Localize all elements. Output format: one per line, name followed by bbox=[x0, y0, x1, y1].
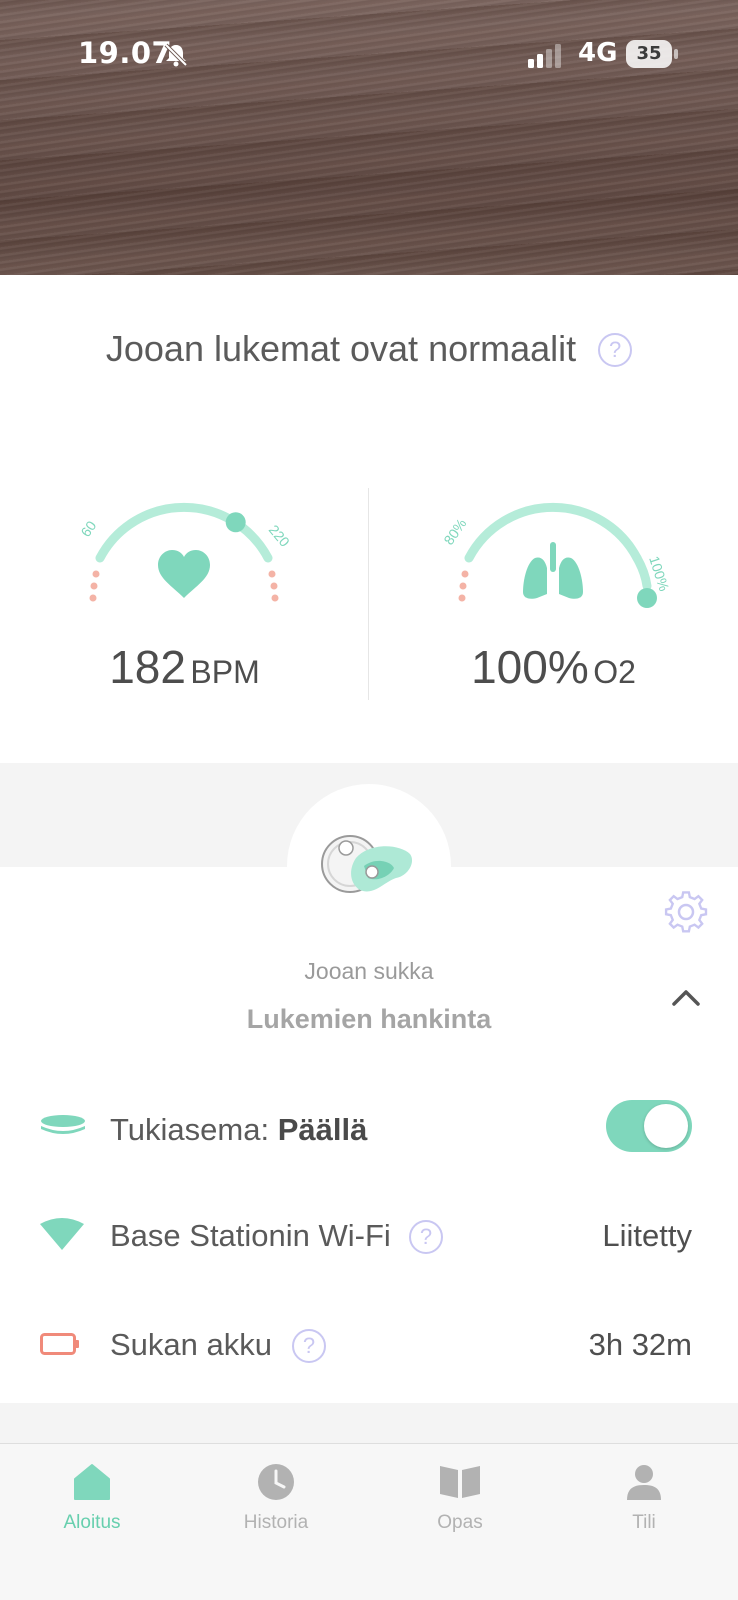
wifi-row: Base Stationin Wi-Fi ? Liitetty bbox=[0, 1206, 738, 1266]
gear-icon[interactable] bbox=[664, 890, 708, 934]
heart-min-label: 60 bbox=[77, 518, 99, 540]
oxygen-number: 100% bbox=[471, 641, 589, 693]
headline-text: Jooan lukemat ovat normaalit bbox=[105, 328, 577, 369]
tab-account[interactable]: Tili bbox=[552, 1462, 736, 1562]
base-station-toggle[interactable] bbox=[606, 1100, 692, 1152]
tab-home[interactable]: Aloitus bbox=[0, 1462, 184, 1562]
user-icon bbox=[627, 1465, 661, 1500]
sock-device-image bbox=[321, 835, 413, 893]
base-station-row: Tukiasema: Päällä bbox=[0, 1100, 738, 1160]
oxygen-value: 100% O2 bbox=[369, 640, 738, 694]
wifi-label: Base Stationin Wi-Fi bbox=[110, 1218, 391, 1253]
book-icon bbox=[440, 1466, 480, 1498]
tab-account-label: Tili bbox=[632, 1512, 656, 1533]
battery-help-icon[interactable]: ? bbox=[292, 1329, 326, 1363]
bell-slash-icon bbox=[164, 43, 188, 67]
heart-rate-unit: BPM bbox=[190, 654, 260, 690]
tab-history[interactable]: Historia bbox=[184, 1462, 368, 1562]
tab-guide[interactable]: Opas bbox=[368, 1462, 552, 1562]
wifi-help-icon[interactable]: ? bbox=[409, 1220, 443, 1254]
chevron-up-icon[interactable] bbox=[670, 986, 702, 1010]
heart-max-label: 220 bbox=[266, 522, 293, 550]
base-station-label: Tukiasema: Päällä bbox=[110, 1112, 368, 1147]
oxygen-unit: O2 bbox=[593, 654, 636, 690]
tab-history-label: Historia bbox=[243, 1512, 309, 1533]
section-bottom bbox=[0, 1403, 738, 1443]
home-icon bbox=[74, 1464, 110, 1500]
wifi-status: Liitetty bbox=[602, 1218, 692, 1253]
oxygen-level-marker bbox=[637, 588, 657, 608]
status-bar: 19.07 4G 35 bbox=[0, 0, 738, 110]
battery-remaining: 3h 32m bbox=[588, 1327, 692, 1362]
heart-rate-gauge[interactable]: 60 220 182 BPM bbox=[0, 480, 369, 710]
heart-level-marker bbox=[225, 512, 246, 533]
lungs-icon bbox=[523, 542, 583, 599]
heart-gauge-graphic: 60 220 bbox=[77, 502, 293, 602]
heart-rate-value: 182 BPM bbox=[0, 640, 369, 694]
status-time: 19.07 bbox=[78, 36, 173, 70]
signal-bars-icon bbox=[528, 44, 561, 68]
battery-indicator: 35 bbox=[626, 40, 678, 68]
tab-home-label: Aloitus bbox=[63, 1512, 121, 1533]
wifi-icon bbox=[40, 1218, 84, 1250]
network-type: 4G bbox=[578, 38, 618, 68]
readings-headline: Jooan lukemat ovat normaalit? bbox=[0, 328, 738, 370]
base-station-icon bbox=[41, 1115, 85, 1134]
tab-guide-label: Opas bbox=[437, 1512, 483, 1533]
base-station-state: Päällä bbox=[277, 1112, 368, 1147]
toggle-knob bbox=[644, 1104, 688, 1148]
battery-icon bbox=[40, 1333, 79, 1355]
tab-bar: Aloitus Historia Opas Tili bbox=[0, 1443, 738, 1600]
help-icon[interactable]: ? bbox=[598, 333, 633, 367]
battery-level: 35 bbox=[636, 43, 662, 64]
clock-icon bbox=[258, 1464, 294, 1500]
oxygen-min-label: 80% bbox=[440, 516, 469, 548]
oxygen-gauge-graphic: 80% 100% bbox=[440, 502, 672, 608]
oxygen-gauge[interactable]: 80% 100% 100% O2 bbox=[369, 480, 738, 710]
battery-label: Sukan akku bbox=[110, 1327, 272, 1362]
sock-name: Jooan sukka bbox=[304, 958, 434, 984]
heart-rate-number: 182 bbox=[109, 641, 186, 693]
sock-status: Lukemien hankinta bbox=[246, 1004, 492, 1034]
heart-icon bbox=[158, 550, 210, 598]
battery-row: Sukan akku ? 3h 32m bbox=[0, 1315, 738, 1375]
